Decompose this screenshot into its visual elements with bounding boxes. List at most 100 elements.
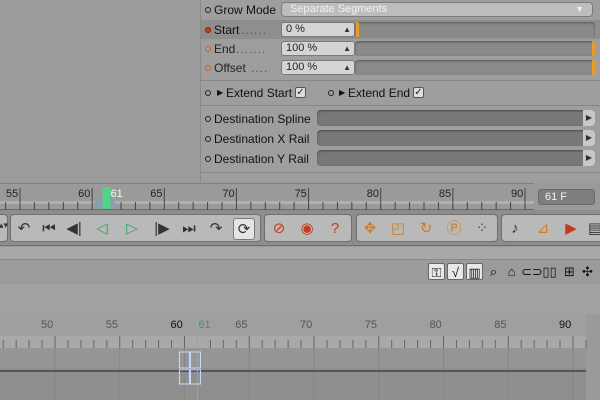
end-input[interactable]: 100 % ▲ <box>281 41 355 56</box>
triangle-right-icon[interactable]: ▶ <box>583 130 595 146</box>
tick-label: 90 <box>559 319 571 331</box>
offset-slider-knob[interactable] <box>592 60 595 75</box>
triangle-right-icon[interactable]: ▶ <box>339 88 345 97</box>
extend-end-checkbox[interactable]: ✓ <box>413 87 424 98</box>
first-frame-icon[interactable]: ⏮ <box>38 218 60 240</box>
start-slider[interactable] <box>355 22 595 37</box>
fcurve-mode-icon[interactable]: √ <box>447 263 464 280</box>
docs-icon[interactable]: ▤ <box>584 218 600 240</box>
stepper-icon[interactable]: ▲ <box>343 23 351 36</box>
frame-ruler[interactable]: 55 60 61 65 70 75 80 85 90 <box>0 183 534 210</box>
triangle-right-icon[interactable]: ▶ <box>583 110 595 126</box>
dest-y-rail-row: Destination Y Rail ▶ <box>201 149 600 168</box>
scale-tool-icon[interactable]: ◰ <box>387 218 409 240</box>
motion-mode-icon[interactable]: ▥ <box>466 263 483 280</box>
layer-icon[interactable]: ▯▯ <box>541 263 558 280</box>
grow-mode-label: Grow Mode <box>214 3 277 17</box>
key-mode-icon[interactable]: ⚿ <box>428 263 445 280</box>
offset-row: Offset .... 100 % ▲ <box>201 58 600 77</box>
prev-key-icon[interactable]: ◀| <box>63 218 85 240</box>
tick-label: 50 <box>41 319 53 331</box>
end-slider-knob[interactable] <box>592 41 595 56</box>
home-icon[interactable]: ⌂ <box>503 263 520 280</box>
end-value: 100 % <box>286 42 318 54</box>
grow-mode-value: Separate Segments <box>290 3 388 15</box>
dest-x-rail-row: Destination X Rail ▶ <box>201 129 600 148</box>
timeline-menubar <box>0 247 600 260</box>
stepper-icon[interactable]: ▲ <box>343 61 351 74</box>
divider <box>201 80 600 81</box>
extend-start-checkbox[interactable]: ✓ <box>295 87 306 98</box>
label-leader: ...... <box>241 23 268 37</box>
offset-label: Offset <box>214 61 246 75</box>
goto-end-arrow-icon[interactable]: ↷ <box>205 218 227 240</box>
link-icon[interactable]: ⊂⊃ <box>521 263 543 280</box>
search-icon[interactable]: ⌕ <box>485 263 502 280</box>
label-leader: .... <box>251 61 269 75</box>
dest-x-rail-field[interactable]: ▶ <box>317 130 595 146</box>
dest-x-rail-label: Destination X Rail <box>214 132 310 146</box>
anim-dot[interactable] <box>205 46 211 52</box>
offset-slider[interactable] <box>355 60 595 75</box>
play-forward-icon[interactable]: ▷ <box>121 218 143 240</box>
add-icon[interactable]: ⊞ <box>561 263 578 280</box>
tick-label: 85 <box>439 188 451 200</box>
stepper-icon[interactable]: ▲ <box>343 42 351 55</box>
chevron-down-icon: ▼ <box>575 4 584 14</box>
playhead <box>102 187 111 209</box>
tick-label: 85 <box>494 319 506 331</box>
animation-toolbar: ▴▾ ↶ ⏮ ◀| ◁ ▷ |▶ ⏭ ↷ ⟳ ⊘ ◉ ? ✥ ◰ ↻ Ⓟ ⁘ ♪… <box>0 210 600 246</box>
render-icon[interactable]: ▶ <box>560 218 582 240</box>
extend-end-label: Extend End <box>348 86 411 100</box>
grid-dots-icon[interactable]: ⁘ <box>471 218 493 240</box>
anim-dot[interactable] <box>205 116 211 122</box>
triangle-right-icon[interactable]: ▶ <box>583 150 595 166</box>
anim-dot[interactable] <box>205 7 211 13</box>
timeline-area[interactable]: 50 55 60 61 65 70 75 80 85 90 <box>0 314 600 400</box>
end-row: End ....... 100 % ▲ <box>201 39 600 58</box>
anim-dot[interactable] <box>205 65 211 71</box>
loop-icon[interactable]: ⟳ <box>233 218 255 240</box>
offset-input[interactable]: 100 % ▲ <box>281 60 355 75</box>
anim-dot-active[interactable] <box>205 27 211 33</box>
play-backward-icon[interactable]: ◁ <box>91 218 113 240</box>
start-label-text: Start <box>214 23 240 37</box>
viewport-area <box>0 0 200 182</box>
anim-dot[interactable] <box>205 156 211 162</box>
tools-group: ✥ ◰ ↻ Ⓟ ⁘ <box>356 214 498 242</box>
timeline-graphic: 50 55 60 61 65 70 75 80 85 90 <box>0 314 600 400</box>
end-slider[interactable] <box>355 41 595 56</box>
dest-y-rail-label: Destination Y Rail <box>214 152 309 166</box>
move-icon[interactable]: ✣ <box>579 263 596 280</box>
autokey-icon[interactable]: ◉ <box>296 218 318 240</box>
dest-spline-field[interactable]: ▶ <box>317 110 595 126</box>
tick-label: 60 <box>171 319 183 331</box>
record-key-icon[interactable]: ⊘ <box>268 218 290 240</box>
move-tool-icon[interactable]: ✥ <box>359 218 381 240</box>
anim-dot[interactable] <box>328 90 334 96</box>
goto-start-arrow-icon[interactable]: ↶ <box>13 218 35 240</box>
triangle-right-icon[interactable]: ▶ <box>217 88 223 97</box>
rotate-tool-icon[interactable]: ↻ <box>415 218 437 240</box>
tick-label: 65 <box>235 319 247 331</box>
help-question-icon[interactable]: ? <box>324 218 346 240</box>
start-row: Start ...... 0 % ▲ <box>201 20 600 39</box>
tick-label: 75 <box>295 188 307 200</box>
toolbar-grip[interactable]: ▴▾ <box>0 214 8 242</box>
grow-mode-dropdown[interactable]: Separate Segments ▼ <box>281 2 593 17</box>
animation-graph-icon[interactable]: ⊿ <box>532 218 554 240</box>
start-input[interactable]: 0 % ▲ <box>281 22 355 37</box>
current-frame-field[interactable]: 61 F <box>538 189 595 205</box>
anim-dot[interactable] <box>205 136 211 142</box>
last-frame-icon[interactable]: ⏭ <box>178 218 200 240</box>
sound-icon[interactable]: ♪ <box>504 218 526 240</box>
divider <box>201 172 600 173</box>
param-tool-icon[interactable]: Ⓟ <box>443 218 465 240</box>
next-key-icon[interactable]: |▶ <box>151 218 173 240</box>
timeline-toolbar: ⚿ √ ▥ ⌕ ⌂ ⊂⊃ ▯▯ ⊞ ✣ <box>0 260 600 284</box>
stepper-icon[interactable]: ▴▾ <box>0 220 8 231</box>
tick-label: 55 <box>106 319 118 331</box>
start-slider-knob[interactable] <box>356 22 359 37</box>
anim-dot[interactable] <box>205 90 211 96</box>
dest-y-rail-field[interactable]: ▶ <box>317 150 595 166</box>
